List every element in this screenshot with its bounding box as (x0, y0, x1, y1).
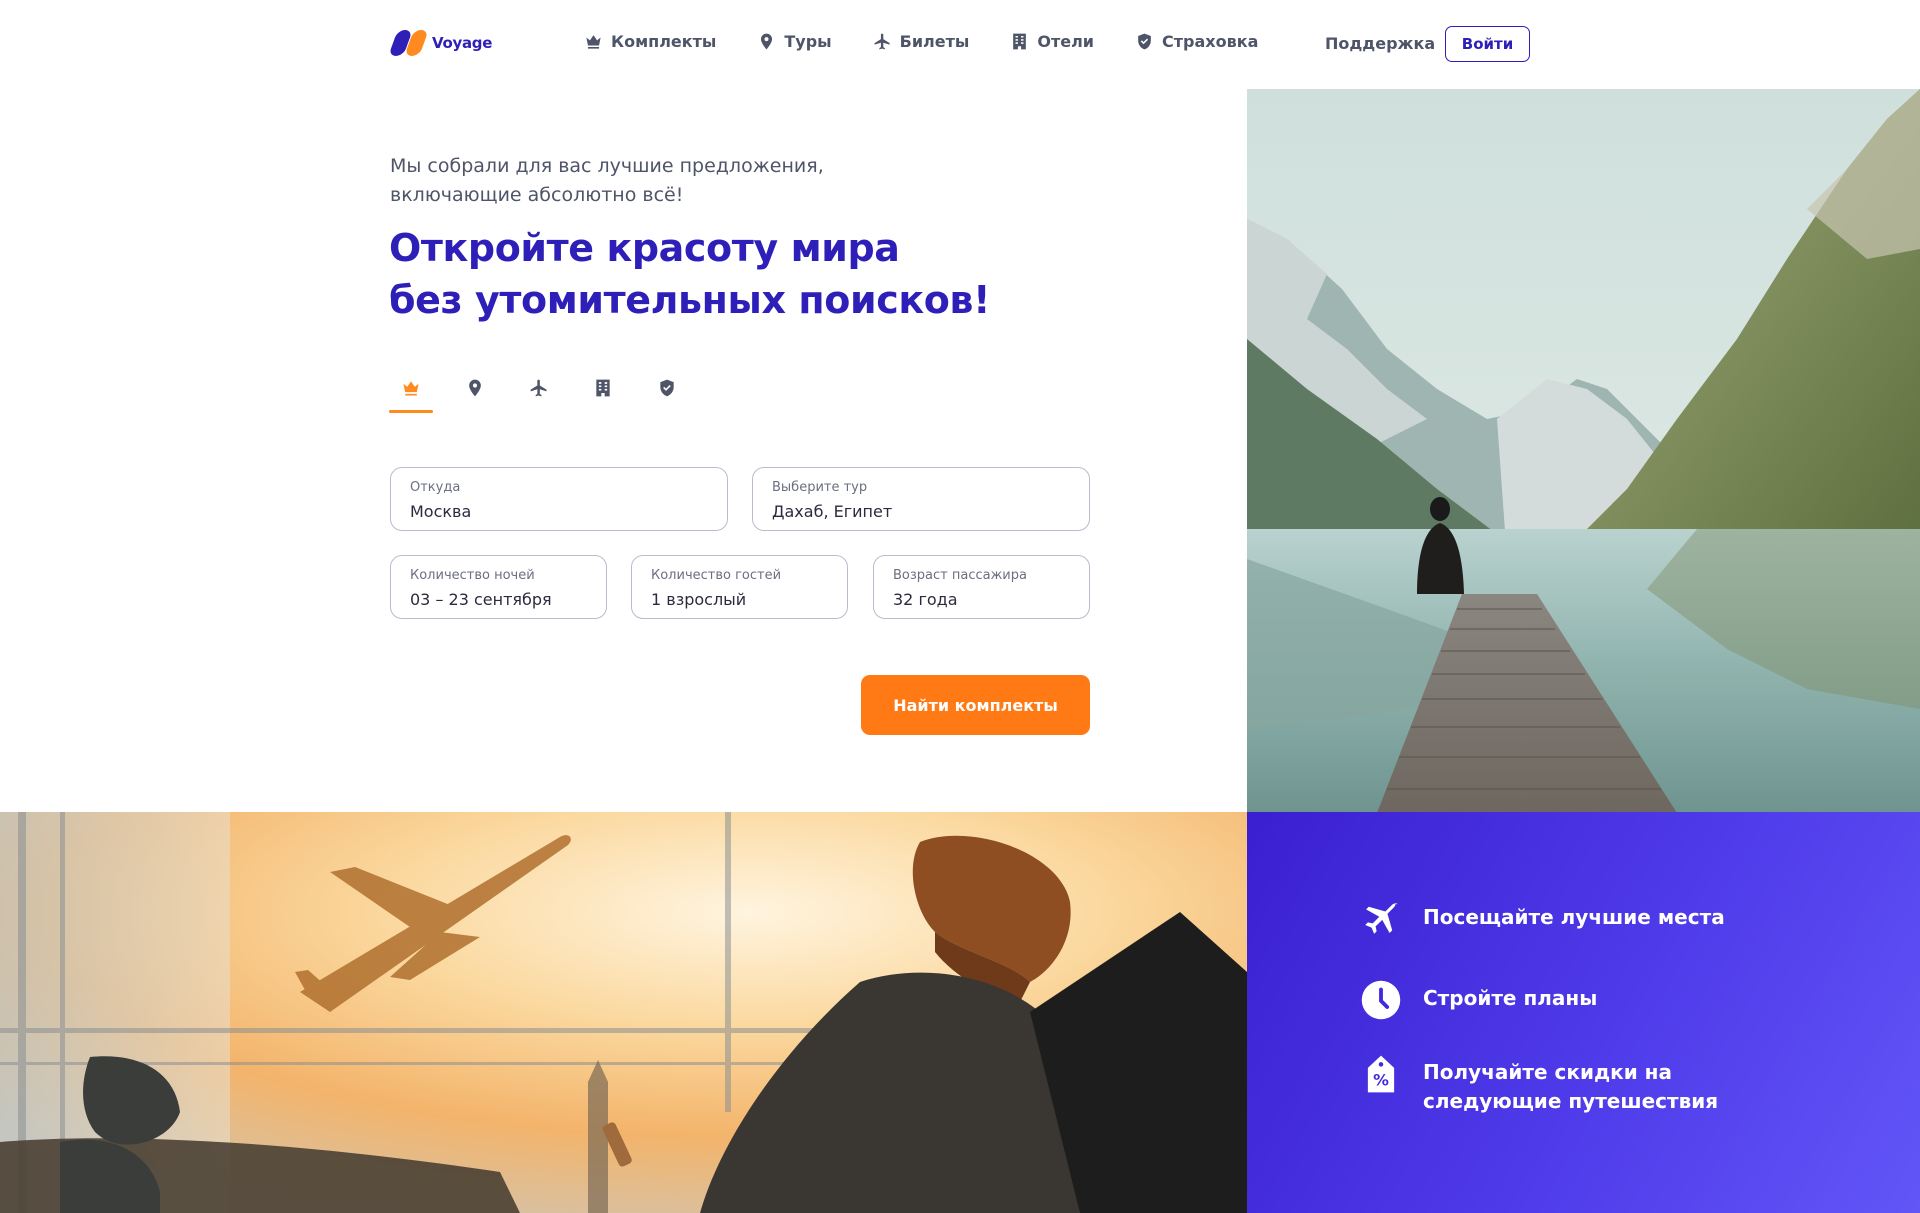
discount-tag-icon: % (1360, 1053, 1402, 1095)
find-bundles-button[interactable]: Найти комплекты (861, 675, 1090, 735)
clock-icon (1360, 979, 1402, 1021)
nav-item-label: Комплекты (611, 32, 717, 51)
nav-item-label: Билеты (899, 32, 970, 51)
building-icon (596, 379, 610, 397)
brand-logo[interactable]: Voyage (388, 30, 493, 56)
age-value: 32 года (893, 590, 958, 609)
map-pin-icon (469, 379, 481, 397)
from-value: Москва (410, 502, 472, 521)
main-nav: Комплекты Туры Билеты Отели Страховка (584, 32, 1299, 51)
guests-field[interactable]: Количество гостей 1 взрослый (631, 555, 848, 619)
nav-item-label: Туры (784, 32, 832, 51)
tab-insurance[interactable] (645, 375, 689, 413)
from-field[interactable]: Откуда Москва (390, 467, 728, 531)
nav-item-tours[interactable]: Туры (757, 32, 832, 51)
feature-text: Получайте скидки на следующие путешестви… (1423, 1060, 1719, 1113)
hero-headline: Откройте красоту мира без утомительных п… (389, 222, 1029, 326)
guests-value: 1 взрослый (651, 590, 747, 609)
airport-traveler-photo (0, 812, 1247, 1213)
tour-label: Выберите тур (772, 480, 868, 495)
tab-tours[interactable] (453, 375, 497, 413)
brand-name: Voyage (432, 34, 493, 52)
feature-discounts: % Получайте скидки на следующие путешест… (1360, 1053, 1723, 1116)
shield-icon (660, 379, 674, 397)
nav-item-label: Отели (1037, 32, 1095, 51)
nav-item-hotels[interactable]: Отели (1010, 32, 1094, 51)
feature-best-places: Посещайте лучшие места (1360, 898, 1725, 940)
nav-item-tickets[interactable]: Билеты (873, 32, 970, 51)
nav-item-bundles[interactable]: Комплекты (584, 32, 716, 51)
logo-mark-icon (388, 30, 429, 56)
crown-icon (403, 381, 419, 396)
nav-item-insurance[interactable]: Страховка (1135, 32, 1258, 51)
crown-icon (586, 35, 601, 49)
feature-text: Стройте планы (1423, 986, 1598, 1010)
nav-item-label: Страховка (1162, 32, 1259, 51)
map-pin-icon (761, 33, 773, 50)
tour-field[interactable]: Выберите тур Дахаб, Египет (752, 467, 1090, 531)
svg-text:%: % (1373, 1070, 1389, 1089)
search-category-tabs (389, 375, 709, 413)
headline-line-2: без утомительных поисков! (389, 278, 991, 322)
age-label: Возраст пассажира (893, 568, 1027, 583)
headline-line-1: Откройте красоту мира (389, 226, 900, 270)
top-header: Voyage Комплекты Туры Билеты Отели Страх… (0, 0, 1920, 89)
feature-plans: Стройте планы (1360, 979, 1597, 1021)
nights-value: 03 – 23 сентября (410, 590, 552, 609)
guests-label: Количество гостей (651, 568, 782, 583)
features-panel: Посещайте лучшие места Стройте планы % П… (1247, 812, 1920, 1213)
passenger-age-field[interactable]: Возраст пассажира 32 года (873, 555, 1090, 619)
airplane-icon (874, 33, 890, 50)
login-button[interactable]: Войти (1445, 26, 1530, 62)
tour-value: Дахаб, Египет (772, 502, 893, 521)
shield-icon (1138, 33, 1151, 50)
support-link[interactable]: Поддержка (1325, 34, 1435, 53)
building-icon (1013, 33, 1027, 50)
tab-bundles[interactable] (389, 375, 433, 413)
lake-pier-photo (1247, 89, 1920, 813)
airplane-icon (530, 379, 547, 397)
nights-field[interactable]: Количество ночей 03 – 23 сентября (390, 555, 607, 619)
airplane-icon (1360, 898, 1402, 940)
from-label: Откуда (410, 480, 461, 495)
tab-tickets[interactable] (517, 375, 561, 413)
feature-text: Посещайте лучшие места (1423, 905, 1725, 929)
nights-label: Количество ночей (410, 568, 535, 583)
tab-hotels[interactable] (581, 375, 625, 413)
hero-tagline: Мы собрали для вас лучшие предложения, в… (390, 155, 824, 206)
